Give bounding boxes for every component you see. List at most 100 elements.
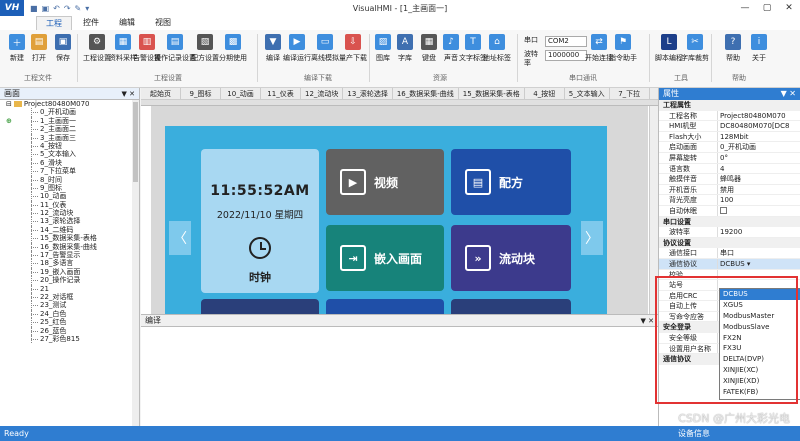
tree-item[interactable]: 22_对话框 <box>0 292 139 302</box>
ribbon-button[interactable]: A 字库 <box>394 34 416 63</box>
ribbon-button[interactable]: i 关于 <box>748 34 770 63</box>
protocol-dropdown-list[interactable]: DCBUS XGUS ModbusMaster ModbusSlave FX2N FX3U… <box>719 288 800 400</box>
property-row[interactable]: Flash大小 128Mbit <box>659 131 800 143</box>
ribbon-button[interactable]: ⇄ 开始连接 <box>585 34 613 63</box>
baud-rate-select[interactable]: 1000000 <box>545 50 587 61</box>
ribbon-button[interactable]: ▦ 键盘 <box>418 34 440 63</box>
screen-tab[interactable]: 5_文本输入 <box>565 88 610 99</box>
tree-item[interactable]: 24_白色 <box>0 309 139 319</box>
tree-item[interactable]: 3_主画面三 <box>0 133 139 143</box>
tree-item[interactable]: 6_滑块 <box>0 158 139 168</box>
screen-tab[interactable]: 11_仪表 <box>261 88 301 99</box>
property-row[interactable]: 波特率 19200 <box>659 227 800 238</box>
property-value[interactable]: 禁用 <box>717 184 800 195</box>
dropdown-option[interactable]: XINJIE(XD) <box>720 376 800 387</box>
screen-tab[interactable]: 10_动画 <box>221 88 261 99</box>
tab-controls[interactable]: 控件 <box>74 16 108 30</box>
tree-item[interactable]: 14_二维码 <box>0 225 139 235</box>
ribbon-button[interactable]: ▶ 编译运行 <box>283 34 311 63</box>
panel-pin-icon[interactable]: ▼ ✕ <box>641 315 654 327</box>
tree-item[interactable]: 15_数据采集-表格 <box>0 234 139 244</box>
property-value[interactable]: Project80480M070 <box>717 110 800 121</box>
ribbon-button[interactable]: ⚑ 指令助手 <box>609 34 637 63</box>
property-row[interactable]: 开机音乐 禁用 <box>659 184 800 196</box>
property-value[interactable]: 4 <box>717 163 800 174</box>
dropdown-option[interactable]: ModbusMaster <box>720 311 800 322</box>
screen-tab[interactable]: 16_数据采集-曲线 <box>393 88 459 99</box>
property-value[interactable]: 串口 <box>717 248 800 258</box>
tab-project[interactable]: 工程 <box>36 16 72 30</box>
screen-tab[interactable]: 9_图标 <box>181 88 221 99</box>
ribbon-button[interactable]: ▦ 资料采样 <box>109 34 137 63</box>
property-row[interactable]: 通信协议 DCBUS ▾ <box>659 258 800 270</box>
dropdown-option[interactable]: DCBUS <box>720 289 800 300</box>
screen-tab[interactable]: 12_流动块 <box>301 88 344 99</box>
quick-access-icon[interactable]: ✎ <box>75 4 82 13</box>
property-row[interactable]: 校验 <box>659 269 800 281</box>
tree-item[interactable]: 19_嵌入画面 <box>0 267 139 277</box>
tree-item[interactable]: 7_下拉菜单 <box>0 167 139 176</box>
ribbon-button[interactable]: ▭ 离线模拟 <box>311 34 339 63</box>
tree-item[interactable]: 5_文本输入 <box>0 150 139 160</box>
tab-edit[interactable]: 编辑 <box>110 16 144 30</box>
nav-left-arrow[interactable]: 〈 <box>169 221 191 255</box>
screen-tab[interactable]: 7_下拉 <box>610 88 650 99</box>
ribbon-button[interactable]: T 文字标签 <box>459 34 487 63</box>
property-row[interactable]: 背光亮度 100 <box>659 195 800 206</box>
tile-video[interactable]: ▶ 视频 <box>326 149 444 215</box>
property-value[interactable] <box>717 269 800 280</box>
tree-item[interactable]: 25_红色 <box>0 318 139 327</box>
tree-item[interactable]: 16_数据采集-曲线 <box>0 242 139 252</box>
dropdown-option[interactable]: XGUS <box>720 300 800 311</box>
ribbon-button[interactable]: ＋ 新建 <box>6 34 28 63</box>
ribbon-button[interactable]: L 脚本编程 <box>655 34 683 63</box>
quick-access-icon[interactable]: ■ <box>30 4 38 13</box>
tree-item[interactable]: ⊕ 1_主画面一 <box>0 116 139 126</box>
serial-port-select[interactable]: COM2 <box>545 36 587 47</box>
property-value[interactable] <box>717 205 800 216</box>
tree-item[interactable]: 27_彩色815 <box>0 334 139 344</box>
screen-tab[interactable]: 起始页 <box>141 88 181 99</box>
screen-tab[interactable]: 13_滚轮选择 <box>343 88 393 99</box>
ribbon-button[interactable]: ✂ 字库裁剪 <box>681 34 709 63</box>
tree-item[interactable]: 9_图标 <box>0 183 139 193</box>
ribbon-button[interactable]: ▤ 操作记录设置 <box>154 34 196 63</box>
property-row[interactable]: 启动画面 0_开机动画 <box>659 142 800 153</box>
property-row[interactable]: 工程名称 Project80480M070 <box>659 110 800 122</box>
ribbon-button[interactable]: ▧ 配方设置 <box>191 34 219 63</box>
ribbon-button[interactable]: ⚙ 工程设置 <box>83 34 111 63</box>
clock-tile[interactable]: 11:55:52AM 2022/11/10 星期四 时钟 <box>201 149 319 293</box>
ribbon-button[interactable]: ⇩ 量产下载 <box>339 34 367 63</box>
property-section[interactable]: 协议设置 <box>659 237 800 249</box>
property-row[interactable]: 自动休眠 <box>659 205 800 217</box>
property-section[interactable]: 工程属性 <box>659 100 800 111</box>
panel-pin-icon[interactable]: ▼ ✕ <box>122 88 135 100</box>
tree-item[interactable]: 8_时间 <box>0 175 139 185</box>
add-icon[interactable]: ⊕ <box>6 117 12 125</box>
quick-access-icon[interactable]: ↷ <box>64 4 71 13</box>
ribbon-button[interactable]: ▨ 图库 <box>372 34 394 63</box>
tile-recipe[interactable]: ▤ 配方 <box>451 149 571 215</box>
tree-item[interactable]: 2_主画面二 <box>0 125 139 134</box>
checkbox[interactable] <box>720 207 727 215</box>
property-value[interactable]: DC80480M070[DC8 <box>717 121 800 131</box>
property-value[interactable]: 100 <box>717 195 800 205</box>
ribbon-button[interactable]: ▩ 分期使用 <box>219 34 247 63</box>
tree-item[interactable]: 23_测试 <box>0 301 139 311</box>
ribbon-button[interactable]: ? 帮助 <box>722 34 744 63</box>
dropdown-option[interactable]: DELTA(DVP) <box>720 354 800 365</box>
tree-item[interactable]: 0_开机动画 <box>0 108 139 118</box>
property-value[interactable]: 0_开机动画 <box>717 142 800 152</box>
property-value[interactable]: 128Mbit <box>717 131 800 142</box>
dropdown-option[interactable]: XINJIE(XC) <box>720 365 800 376</box>
property-row[interactable]: 语言数 4 <box>659 163 800 175</box>
tree-item[interactable]: 13_滚轮选择 <box>0 217 139 227</box>
property-row[interactable]: 屏幕旋转 0° <box>659 152 800 164</box>
canvas-scrollbar[interactable] <box>649 106 658 314</box>
dropdown-option[interactable]: ModbusSlave <box>720 322 800 333</box>
property-row[interactable]: 触摸伴音 蜂鸣器 <box>659 174 800 185</box>
ribbon-button[interactable]: ▣ 保存 <box>52 34 74 63</box>
tree-item[interactable]: 10_动画 <box>0 192 139 202</box>
tree-scrollbar[interactable] <box>132 100 139 426</box>
panel-pin-icon[interactable]: ▼ ✕ <box>781 88 796 100</box>
